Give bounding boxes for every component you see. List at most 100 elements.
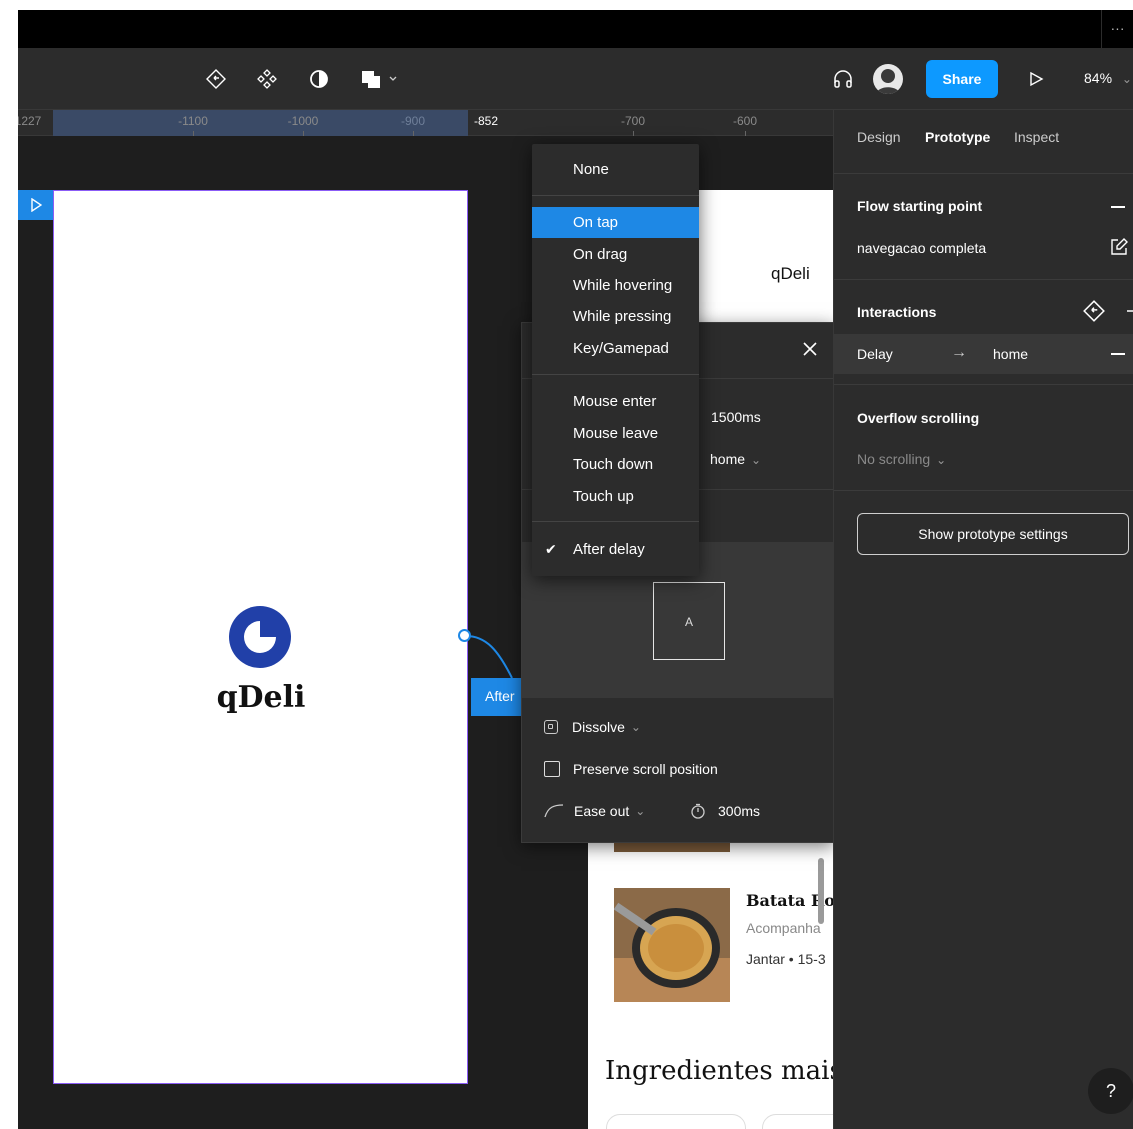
ruler-mark bbox=[303, 131, 304, 136]
menu-item-touch-up[interactable]: Touch up bbox=[532, 481, 699, 512]
ruler-mark bbox=[193, 131, 194, 136]
menu-item-while-hovering[interactable]: While hovering bbox=[532, 270, 699, 301]
trigger-menu: None On tap On drag While hovering While… bbox=[532, 144, 699, 576]
section-heading: Ingredientes mais bbox=[605, 1056, 833, 1086]
dissolve-icon bbox=[544, 720, 558, 734]
properties-panel: Design Prototype Inspect Flow starting p… bbox=[833, 110, 1133, 1129]
menu-separator bbox=[532, 195, 699, 196]
scrollbar[interactable] bbox=[818, 858, 824, 924]
duration-input[interactable]: 300ms bbox=[690, 803, 760, 819]
preserve-scroll-checkbox[interactable] bbox=[544, 761, 560, 777]
divider bbox=[834, 490, 1133, 491]
interactions-heading: Interactions bbox=[857, 304, 937, 320]
tab-design[interactable]: Design bbox=[857, 129, 901, 145]
preserve-scroll-label: Preserve scroll position bbox=[573, 761, 718, 777]
easing-dropdown[interactable]: Ease out ⌄ bbox=[544, 803, 645, 819]
ruler-mark bbox=[633, 131, 634, 136]
menu-item-label: After delay bbox=[573, 541, 645, 558]
duration-value: 300ms bbox=[718, 803, 761, 819]
destination-value: home bbox=[710, 451, 746, 467]
zoom-value: 84% bbox=[1084, 70, 1113, 86]
dish-subtitle: Acompanha bbox=[746, 920, 821, 936]
more-options-icon[interactable]: ··· bbox=[1101, 10, 1133, 48]
add-interaction-icon[interactable] bbox=[1126, 303, 1133, 319]
checkmark-icon: ✔ bbox=[545, 541, 557, 557]
ingredient-card[interactable] bbox=[762, 1114, 833, 1129]
ruler-tick: -900 bbox=[400, 114, 426, 128]
ruler-tick: -700 bbox=[620, 114, 646, 128]
connection-handle[interactable] bbox=[458, 629, 471, 642]
animation-value: Dissolve bbox=[572, 719, 625, 735]
top-strip: ··· bbox=[18, 10, 1133, 48]
menu-item-key-gamepad[interactable]: Key/Gamepad bbox=[532, 333, 699, 364]
delay-value-input[interactable]: 1500ms bbox=[711, 409, 761, 425]
animation-dropdown[interactable]: Dissolve ⌄ bbox=[544, 719, 641, 735]
divider bbox=[834, 173, 1133, 174]
remove-flow-icon[interactable] bbox=[1111, 206, 1125, 208]
zoom-dropdown[interactable]: 84% ⌄ bbox=[1084, 70, 1132, 86]
menu-item-touch-down[interactable]: Touch down bbox=[532, 449, 699, 480]
divider bbox=[834, 384, 1133, 385]
headphones-icon[interactable] bbox=[830, 66, 856, 92]
ruler-mark bbox=[745, 131, 746, 136]
close-icon[interactable] bbox=[800, 339, 820, 359]
flow-start-play-icon[interactable] bbox=[18, 190, 53, 220]
interaction-row[interactable]: Delay → home bbox=[834, 334, 1133, 374]
remove-interaction-icon[interactable] bbox=[1111, 353, 1125, 355]
menu-item-on-tap[interactable]: On tap bbox=[532, 207, 699, 238]
help-button[interactable]: ? bbox=[1088, 1068, 1133, 1114]
divider bbox=[834, 279, 1133, 280]
boolean-ops-icon[interactable] bbox=[358, 66, 402, 92]
easing-value: Ease out bbox=[574, 803, 630, 819]
share-button[interactable]: Share bbox=[926, 60, 998, 98]
tab-prototype[interactable]: Prototype bbox=[925, 129, 990, 145]
chevron-down-icon: ⌄ bbox=[1121, 72, 1132, 86]
menu-item-mouse-leave[interactable]: Mouse leave bbox=[532, 418, 699, 449]
menu-item-while-pressing[interactable]: While pressing bbox=[532, 301, 699, 332]
interaction-icon[interactable] bbox=[1082, 299, 1106, 323]
arrow-right-icon: → bbox=[951, 344, 967, 361]
dish-meta: Jantar • 15-3 bbox=[746, 951, 826, 967]
overflow-dropdown[interactable]: No scrolling ⌄ bbox=[857, 451, 946, 467]
menu-separator bbox=[532, 521, 699, 522]
flow-name[interactable]: navegacao completa bbox=[857, 240, 986, 256]
present-play-icon[interactable] bbox=[1023, 66, 1049, 92]
menu-item-on-drag[interactable]: On drag bbox=[532, 239, 699, 270]
ruler-tick: 1227 bbox=[18, 114, 42, 128]
menu-separator bbox=[532, 374, 699, 375]
destination-dropdown[interactable]: home ⌄ bbox=[710, 451, 761, 467]
qdeli-logo-icon bbox=[229, 606, 291, 668]
preview-frame: A bbox=[653, 582, 725, 660]
menu-item-mouse-enter[interactable]: Mouse enter bbox=[532, 386, 699, 417]
edit-icon[interactable] bbox=[1109, 237, 1129, 257]
chevron-down-icon: ⌄ bbox=[630, 720, 641, 734]
timer-icon bbox=[691, 803, 705, 819]
menu-item-none[interactable]: None bbox=[532, 154, 699, 185]
horizontal-ruler: 1227 -1100 -1000 -900 -852 -700 -600 bbox=[18, 110, 833, 136]
chevron-down-icon: ⌄ bbox=[751, 453, 762, 467]
ruler-tick: -1000 bbox=[287, 114, 319, 128]
preserve-scroll-row[interactable]: Preserve scroll position bbox=[544, 761, 718, 777]
ingredient-card[interactable] bbox=[606, 1114, 746, 1129]
overflow-value: No scrolling bbox=[857, 451, 931, 467]
avatar[interactable] bbox=[873, 64, 903, 94]
chevron-down-icon: ⌄ bbox=[936, 453, 947, 467]
contrast-icon[interactable] bbox=[306, 66, 332, 92]
overflow-heading: Overflow scrolling bbox=[857, 410, 980, 426]
ruler-mark bbox=[413, 131, 414, 136]
show-prototype-settings-button[interactable]: Show prototype settings bbox=[857, 513, 1129, 555]
menu-item-after-delay[interactable]: ✔ After delay bbox=[532, 534, 699, 565]
ease-curve-icon bbox=[544, 804, 564, 818]
interaction-trigger: Delay bbox=[857, 346, 893, 362]
component-icon[interactable] bbox=[254, 66, 280, 92]
ruler-tick: -852 bbox=[473, 114, 499, 128]
interaction-target: home bbox=[993, 346, 1029, 362]
interaction-icon[interactable] bbox=[203, 66, 229, 92]
flow-heading: Flow starting point bbox=[857, 198, 983, 214]
toolbar: Share 84% ⌄ bbox=[18, 48, 1133, 110]
ruler-tick: -1100 bbox=[178, 114, 208, 128]
connection-label[interactable]: After bbox=[471, 678, 521, 716]
figma-app: ··· Share 84% ⌄ 1227 -1100 -1000 -900 bbox=[18, 10, 1133, 1129]
tab-inspect[interactable]: Inspect bbox=[1014, 129, 1059, 145]
food-image bbox=[614, 888, 730, 1002]
